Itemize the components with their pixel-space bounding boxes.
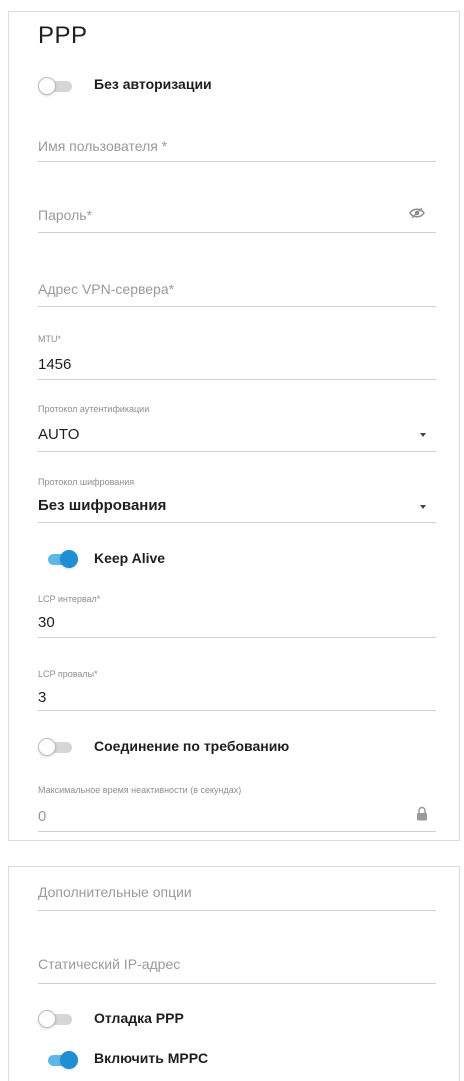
idle-time-label: Максимальное время неактивности (в секун… bbox=[38, 785, 242, 795]
vpn-server-underline bbox=[38, 306, 436, 307]
password-underline bbox=[38, 232, 436, 233]
username-input[interactable]: Имя пользователя * bbox=[38, 138, 167, 154]
static-ip-input[interactable]: Статический IP-адрес bbox=[38, 956, 180, 972]
chevron-down-icon[interactable] bbox=[420, 433, 426, 437]
keep-alive-toggle[interactable] bbox=[44, 550, 78, 568]
encryption-protocol-label: Протокол шифрования bbox=[38, 477, 135, 487]
idle-time-underline bbox=[38, 831, 436, 832]
lcp-interval-underline bbox=[38, 637, 436, 638]
auth-protocol-select[interactable]: AUTO bbox=[38, 426, 79, 443]
mtu-label: MTU* bbox=[38, 334, 61, 344]
no-auth-toggle[interactable] bbox=[38, 77, 72, 95]
lcp-interval-input[interactable]: 30 bbox=[38, 614, 55, 631]
ppp-debug-toggle[interactable] bbox=[38, 1010, 72, 1028]
chevron-down-icon[interactable] bbox=[420, 505, 426, 509]
mppc-toggle[interactable] bbox=[44, 1051, 78, 1069]
lcp-fails-label: LCP провалы* bbox=[38, 669, 98, 679]
mtu-underline bbox=[38, 379, 436, 380]
section-title: PPP bbox=[38, 22, 88, 49]
encryption-protocol-select[interactable]: Без шифрования bbox=[38, 497, 166, 514]
idle-time-input: 0 bbox=[38, 808, 47, 825]
vpn-server-input[interactable]: Адрес VPN-сервера* bbox=[38, 281, 174, 297]
mppc-label: Включить MPPC bbox=[94, 1050, 209, 1066]
password-input[interactable]: Пароль* bbox=[38, 207, 92, 223]
ppp-debug-label: Отладка PPP bbox=[94, 1010, 184, 1026]
lcp-fails-underline bbox=[38, 710, 436, 711]
auth-protocol-underline bbox=[38, 451, 436, 452]
no-auth-label: Без авторизации bbox=[94, 76, 212, 92]
on-demand-label: Соединение по требованию bbox=[94, 738, 290, 754]
mtu-input[interactable]: 1456 bbox=[38, 356, 71, 373]
encryption-protocol-underline bbox=[38, 522, 436, 523]
lcp-fails-input[interactable]: 3 bbox=[38, 689, 46, 706]
lock-icon bbox=[416, 806, 428, 821]
extra-options-underline bbox=[38, 910, 436, 911]
lcp-interval-label: LCP интервал* bbox=[38, 594, 101, 604]
keep-alive-label: Keep Alive bbox=[94, 550, 166, 566]
on-demand-toggle[interactable] bbox=[38, 738, 72, 756]
extra-options-input[interactable]: Дополнительные опции bbox=[38, 884, 192, 900]
auth-protocol-label: Протокол аутентификации bbox=[38, 404, 150, 414]
eye-icon[interactable] bbox=[409, 206, 425, 220]
username-underline bbox=[38, 161, 436, 162]
static-ip-underline bbox=[38, 983, 436, 984]
